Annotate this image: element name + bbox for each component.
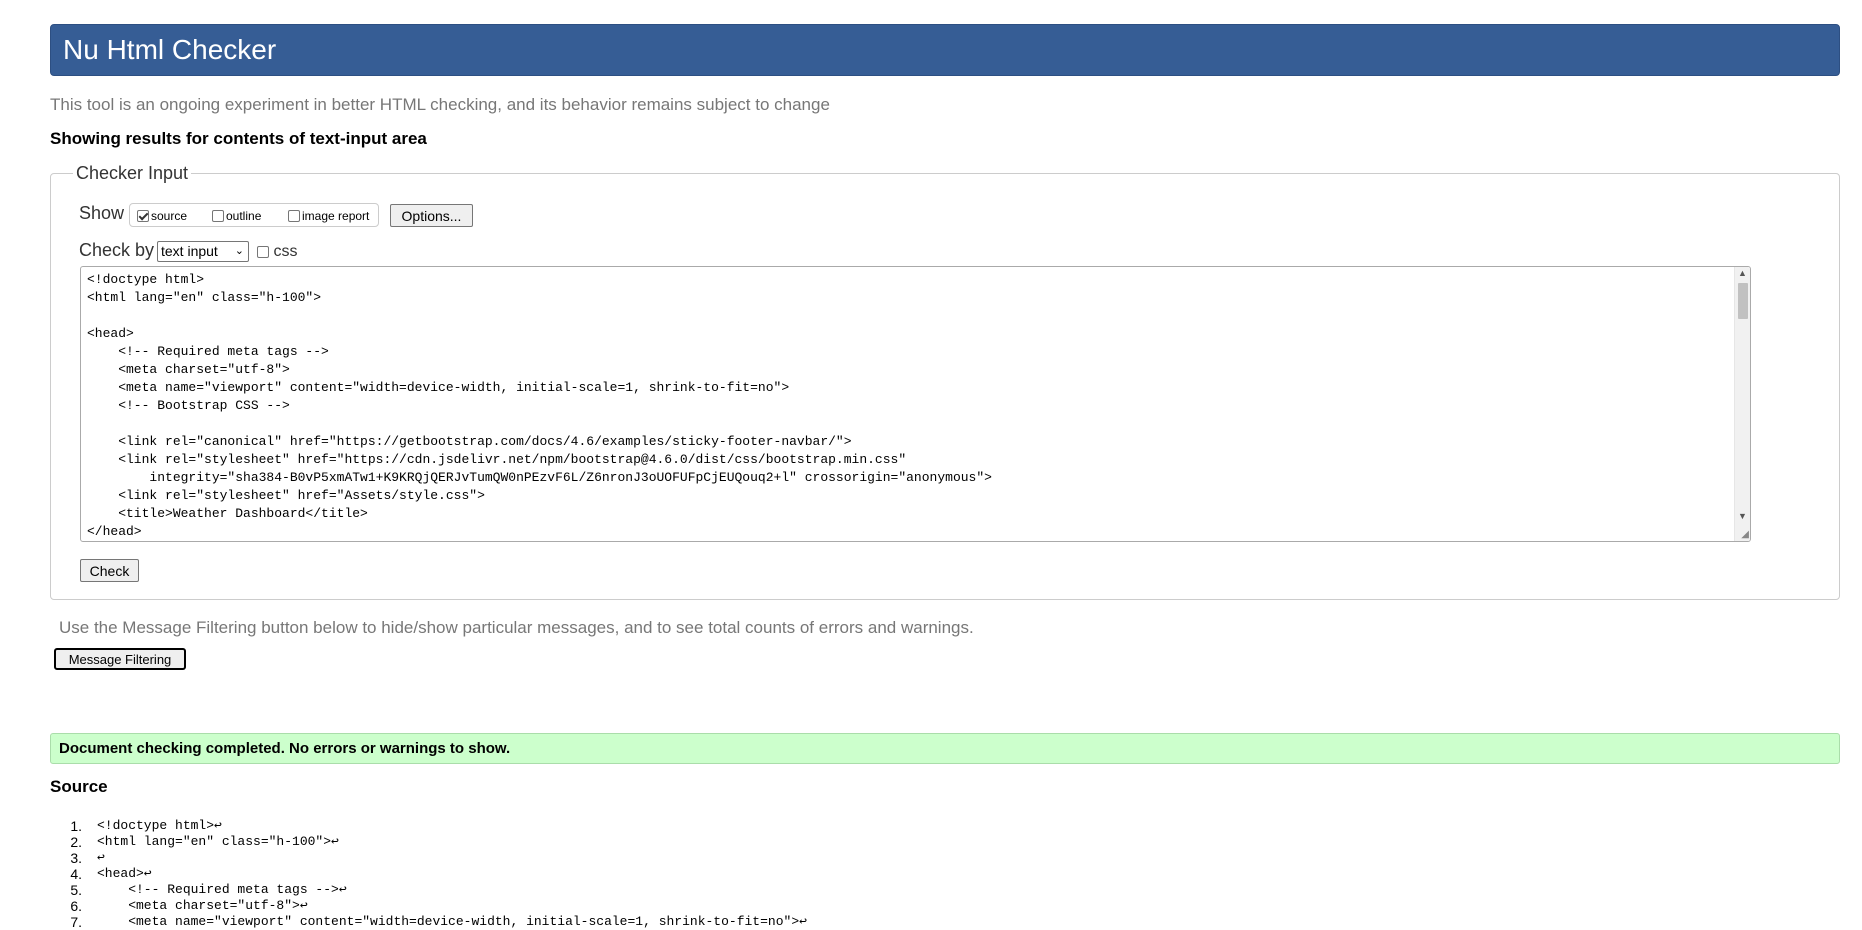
source-checkbox[interactable] bbox=[137, 209, 149, 222]
resize-grip-icon[interactable]: ◢ bbox=[1741, 529, 1749, 540]
source-line: 6. <meta charset="utf-8">↩ bbox=[70, 898, 308, 914]
check-by-select[interactable]: text input ⌄ bbox=[157, 241, 249, 262]
message-filtering-note: Use the Message Filtering button below t… bbox=[59, 618, 974, 637]
source-line: 2. <html lang="en" class="h-100">↩ bbox=[70, 834, 339, 850]
outline-option-label: outline bbox=[226, 208, 262, 223]
source-option-label: source bbox=[151, 208, 188, 223]
check-by-label: Check by bbox=[79, 240, 155, 260]
source-line: 7. <meta name="viewport" content="width=… bbox=[70, 914, 807, 930]
source-line: 1. <!doctype html>↩ bbox=[70, 818, 222, 834]
page-title: Nu Html Checker bbox=[63, 34, 277, 65]
message-filtering-button[interactable]: Message Filtering bbox=[54, 648, 186, 670]
css-checkbox[interactable] bbox=[257, 245, 269, 258]
check-button[interactable]: Check bbox=[80, 559, 139, 582]
source-text-input-content: <!doctype html> <html lang="en" class="h… bbox=[87, 272, 992, 539]
show-outline-option[interactable]: outline bbox=[212, 208, 261, 223]
textarea-scrollbar[interactable]: ▲ ▼ bbox=[1734, 267, 1750, 541]
show-label: Show bbox=[79, 203, 125, 223]
check-by-selected-value: text input bbox=[161, 243, 218, 259]
scroll-up-arrow-icon[interactable]: ▲ bbox=[1738, 268, 1747, 278]
checker-input-legend: Checker Input bbox=[76, 163, 189, 183]
show-options-group: source outline image report bbox=[129, 203, 379, 227]
scrollbar-thumb[interactable] bbox=[1738, 283, 1748, 319]
result-success-message: Document checking completed. No errors o… bbox=[50, 733, 1840, 764]
css-option-label: css bbox=[273, 243, 298, 260]
css-option[interactable]: css bbox=[257, 243, 297, 261]
source-text-input[interactable]: <!doctype html> <html lang="en" class="h… bbox=[80, 266, 1751, 542]
showing-results-heading: Showing results for contents of text-inp… bbox=[50, 129, 427, 148]
tagline: This tool is an ongoing experiment in be… bbox=[50, 95, 830, 114]
source-line: 4. <head>↩ bbox=[70, 866, 152, 882]
outline-checkbox[interactable] bbox=[212, 209, 224, 222]
image-report-checkbox[interactable] bbox=[288, 209, 300, 222]
show-source-option[interactable]: source bbox=[137, 208, 187, 223]
source-line: 5. <!-- Required meta tags -->↩ bbox=[70, 882, 347, 898]
source-heading: Source bbox=[50, 777, 108, 796]
page-header: Nu Html Checker bbox=[50, 24, 1840, 76]
source-listing: 1. <!doctype html>↩ 2. <html lang="en" cla… bbox=[60, 818, 807, 930]
source-line: 3. ↩ bbox=[70, 850, 105, 866]
show-image-report-option[interactable]: image report bbox=[288, 208, 369, 223]
chevron-down-icon: ⌄ bbox=[234, 245, 244, 257]
scroll-down-arrow-icon[interactable]: ▼ bbox=[1738, 511, 1747, 521]
options-button[interactable]: Options... bbox=[390, 204, 473, 227]
image-report-option-label: image report bbox=[302, 208, 370, 223]
